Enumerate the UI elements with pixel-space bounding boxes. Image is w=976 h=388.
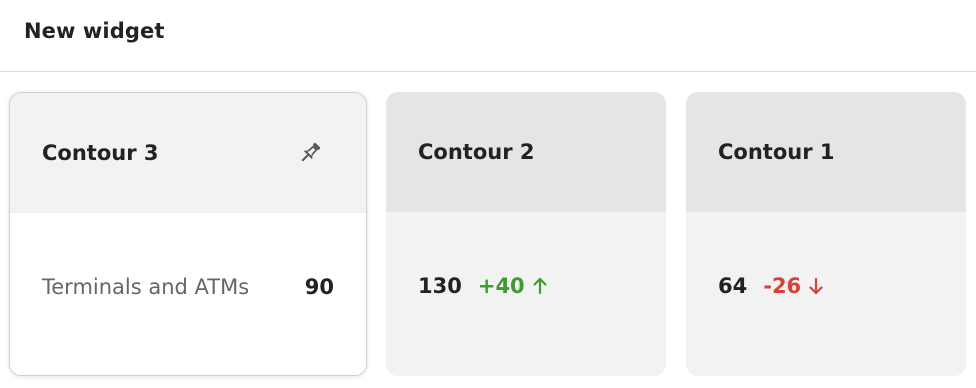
- contour-card-1[interactable]: Contour 1 64 -26: [686, 92, 966, 376]
- arrow-down-icon: [807, 276, 825, 296]
- card-header: Contour 1: [686, 92, 966, 212]
- pin-icon[interactable]: [295, 138, 325, 168]
- widget-header: New widget: [0, 0, 976, 72]
- metric-delta: -26: [763, 274, 802, 298]
- contour-card-3[interactable]: Contour 3 Terminals and ATMs 90: [9, 92, 367, 376]
- card-title: Contour 2: [418, 140, 535, 164]
- metric-delta: +40: [477, 274, 525, 298]
- widget-title: New widget: [24, 19, 165, 43]
- arrow-up-icon: [531, 276, 549, 296]
- metric: 130 +40: [418, 274, 549, 298]
- card-body: Terminals and ATMs 90: [10, 213, 366, 375]
- terminals-value: 90: [304, 275, 334, 299]
- metric-value: 130: [418, 274, 462, 298]
- card-body: 64 -26: [686, 212, 966, 376]
- card-header: Contour 3: [10, 93, 366, 213]
- metric: 64 -26: [718, 274, 825, 298]
- card-header: Contour 2: [386, 92, 666, 212]
- metric-value: 64: [718, 274, 748, 298]
- card-title: Contour 1: [718, 140, 835, 164]
- card-title: Contour 3: [42, 141, 159, 165]
- contour-card-2[interactable]: Contour 2 130 +40: [386, 92, 666, 376]
- card-body: 130 +40: [386, 212, 666, 376]
- terminals-label: Terminals and ATMs: [42, 275, 250, 299]
